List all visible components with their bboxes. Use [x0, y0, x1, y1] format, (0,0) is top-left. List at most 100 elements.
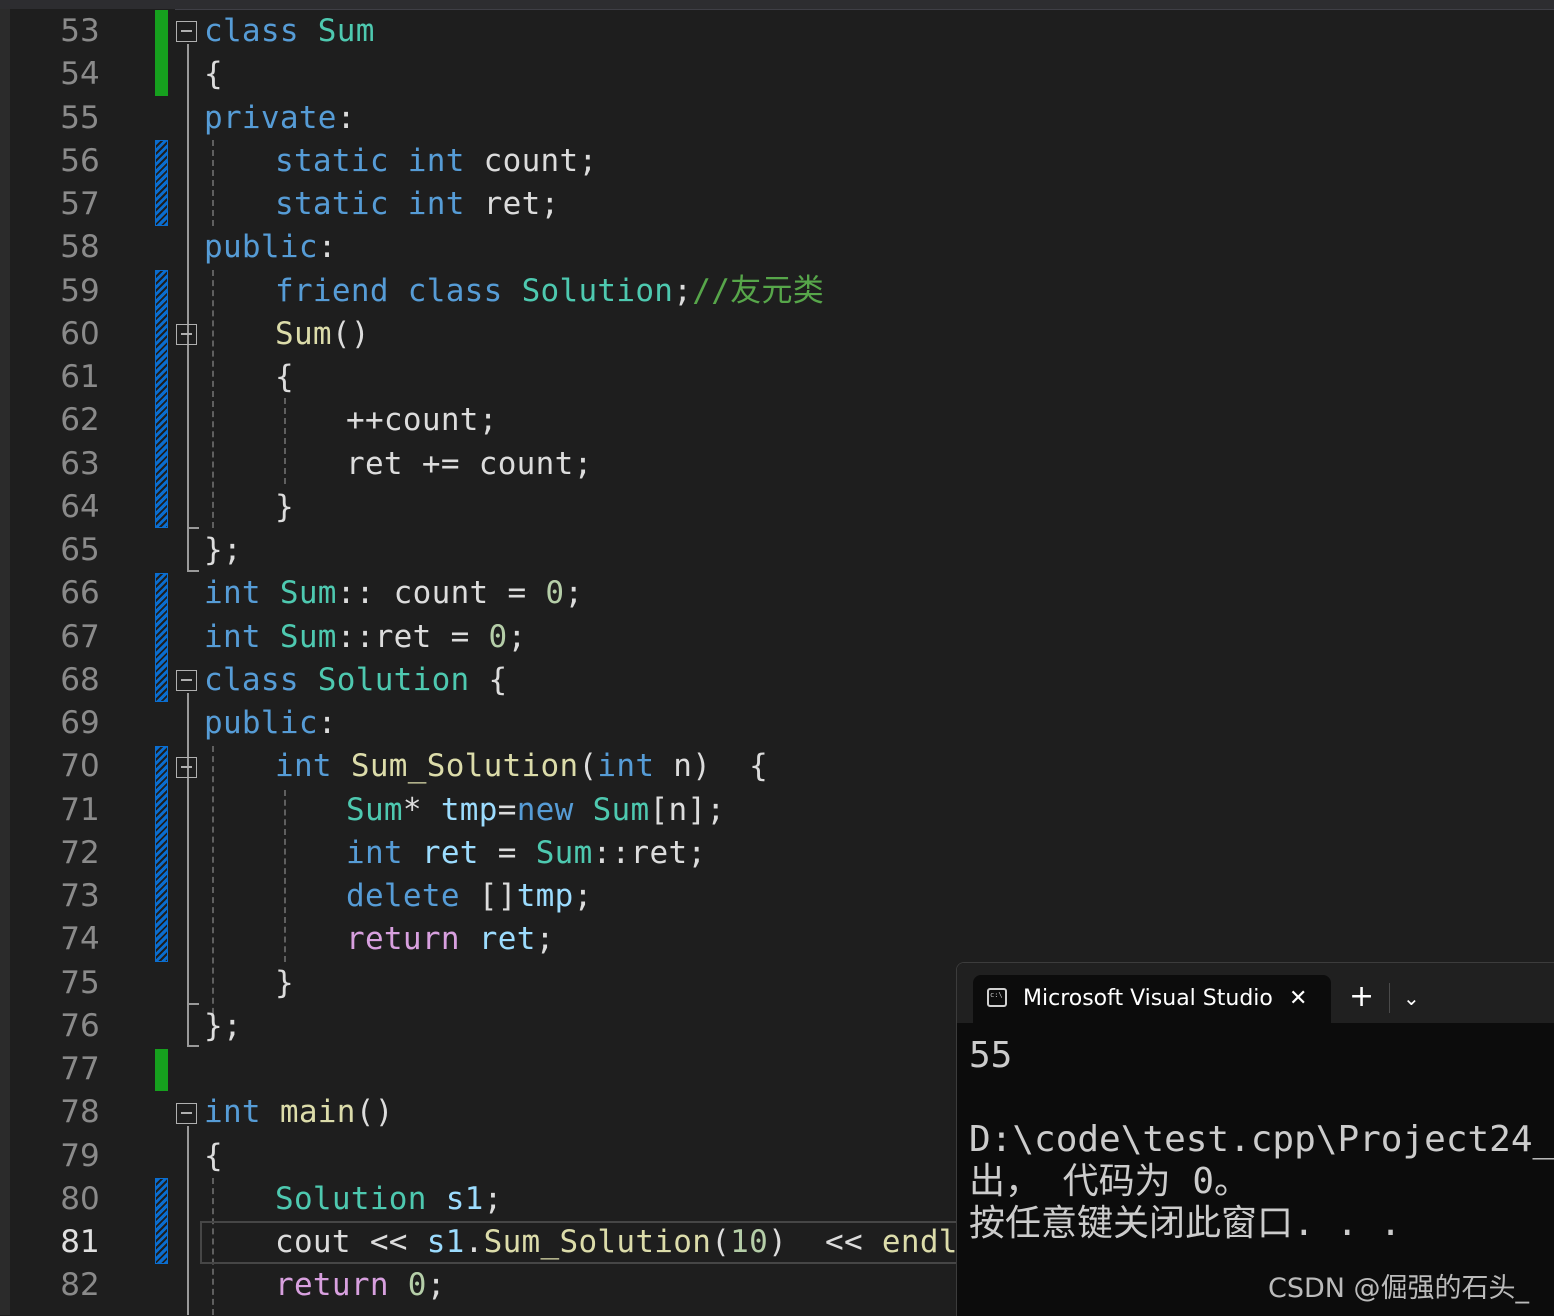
fold-outline-end	[187, 1003, 199, 1005]
code-token: ()	[355, 1094, 394, 1131]
code-line[interactable]: Sum()	[275, 313, 370, 356]
code-token: 10	[730, 1224, 769, 1260]
code-token: (	[578, 748, 598, 785]
line-number: 77	[60, 1051, 100, 1087]
console-icon	[987, 988, 1007, 1007]
line-number: 64	[60, 488, 100, 525]
code-token: count;	[464, 142, 598, 179]
code-token: int	[407, 142, 465, 179]
change-marker-unsaved	[155, 1178, 168, 1264]
line-number: 76	[60, 1007, 100, 1044]
indent-guide	[212, 270, 214, 528]
code-token: new	[516, 791, 574, 828]
fold-collapse-icon[interactable]	[176, 21, 197, 42]
code-token: int	[597, 748, 655, 785]
chevron-down-icon[interactable]: ⌄	[1403, 983, 1420, 1013]
line-number: 80	[60, 1180, 100, 1217]
code-token: Sum	[279, 618, 337, 655]
code-token: int	[204, 1094, 261, 1131]
code-line[interactable]: ret += count;	[346, 443, 593, 486]
code-token: Sum	[535, 834, 593, 871]
tab-separator	[1389, 983, 1390, 1013]
code-line[interactable]: cout << s1.Sum_Solution(10) << endl;	[275, 1221, 977, 1264]
code-line[interactable]: class Solution {	[204, 659, 507, 702]
editor-tab-strip	[0, 0, 1554, 10]
code-line[interactable]: Sum* tmp=new Sum[n];	[346, 789, 725, 832]
code-line[interactable]: {	[275, 356, 294, 399]
line-number: 70	[60, 748, 100, 785]
fold-collapse-icon[interactable]	[176, 1103, 197, 1124]
code-token: int	[204, 618, 261, 655]
fold-collapse-icon[interactable]	[176, 757, 197, 778]
code-line[interactable]: }	[275, 486, 294, 529]
line-number: 65	[60, 532, 100, 568]
code-line[interactable]: return 0;	[275, 1264, 446, 1307]
code-token: Sum	[592, 791, 650, 828]
line-number: 60	[60, 315, 100, 352]
line-number: 72	[60, 834, 100, 871]
code-token: tmp	[440, 791, 498, 828]
code-token: .	[464, 1224, 484, 1260]
fold-collapse-icon[interactable]	[176, 670, 197, 691]
code-token: main	[279, 1094, 356, 1131]
close-icon[interactable]: ✕	[1289, 975, 1307, 1023]
code-line[interactable]: int Sum:: count = 0;	[204, 572, 583, 615]
watermark: CSDN @倔强的石头_	[1268, 1273, 1530, 1304]
code-line[interactable]: int Sum::ret = 0;	[204, 616, 526, 659]
code-token: }	[275, 964, 294, 1001]
line-number: 66	[60, 575, 100, 612]
debug-console-window[interactable]: Microsoft Visual Studio 调试控制台 ✕ + ⌄ 55 D…	[956, 962, 1554, 1316]
code-token: class	[407, 272, 503, 309]
code-token: ;	[535, 921, 555, 958]
code-token: Sum_Solution	[483, 1224, 712, 1260]
line-number: 69	[60, 705, 100, 741]
fold-outline-end	[187, 570, 199, 572]
fold-collapse-icon[interactable]	[176, 324, 197, 345]
code-token: int	[275, 748, 332, 785]
code-line[interactable]: class Sum	[204, 10, 375, 53]
code-line[interactable]: public:	[204, 226, 337, 269]
line-number: 56	[60, 142, 100, 179]
code-line[interactable]: int Sum_Solution(int n) {	[275, 745, 768, 788]
code-line[interactable]: }	[275, 962, 294, 1005]
code-line[interactable]: static int count;	[275, 140, 597, 183]
line-number: 78	[60, 1094, 100, 1131]
code-line[interactable]: {	[204, 1135, 223, 1178]
code-token: 0	[545, 575, 565, 612]
code-line[interactable]: static int ret;	[275, 183, 560, 226]
code-token: };	[204, 1007, 242, 1044]
code-token: };	[204, 532, 242, 568]
code-line[interactable]: {	[204, 53, 223, 96]
code-token: n) {	[654, 748, 769, 785]
code-token: ret;	[464, 186, 560, 222]
code-token: int	[407, 186, 465, 222]
line-number: 67	[60, 618, 100, 655]
code-line[interactable]: };	[204, 529, 242, 572]
code-token: Solution	[275, 1180, 427, 1217]
terminal-tab[interactable]: Microsoft Visual Studio 调试控制台 ✕	[973, 975, 1331, 1023]
code-token: :: count =	[336, 575, 546, 612]
indent-guide	[212, 140, 214, 226]
code-token: return	[275, 1267, 389, 1304]
code-token: (	[711, 1224, 731, 1260]
code-line[interactable]: friend class Solution;//友元类	[275, 270, 824, 313]
code-line[interactable]: return ret;	[346, 918, 555, 961]
code-token: ::ret =	[336, 618, 489, 655]
code-line[interactable]: int ret = Sum::ret;	[346, 832, 706, 875]
code-line[interactable]: int main()	[204, 1091, 394, 1134]
code-line[interactable]: delete []tmp;	[346, 875, 593, 918]
code-line[interactable]: Solution s1;	[275, 1178, 503, 1221]
code-token: []	[459, 878, 517, 914]
code-token: ret += count;	[346, 445, 593, 482]
change-marker-saved	[155, 10, 168, 96]
code-line[interactable]: ++count;	[346, 399, 498, 442]
code-line[interactable]: public:	[204, 702, 337, 745]
code-line[interactable]: };	[204, 1005, 242, 1048]
code-line[interactable]: private:	[204, 97, 356, 140]
plus-icon[interactable]: +	[1349, 981, 1374, 1013]
code-token: }	[275, 488, 294, 525]
indent-guide	[284, 398, 286, 484]
